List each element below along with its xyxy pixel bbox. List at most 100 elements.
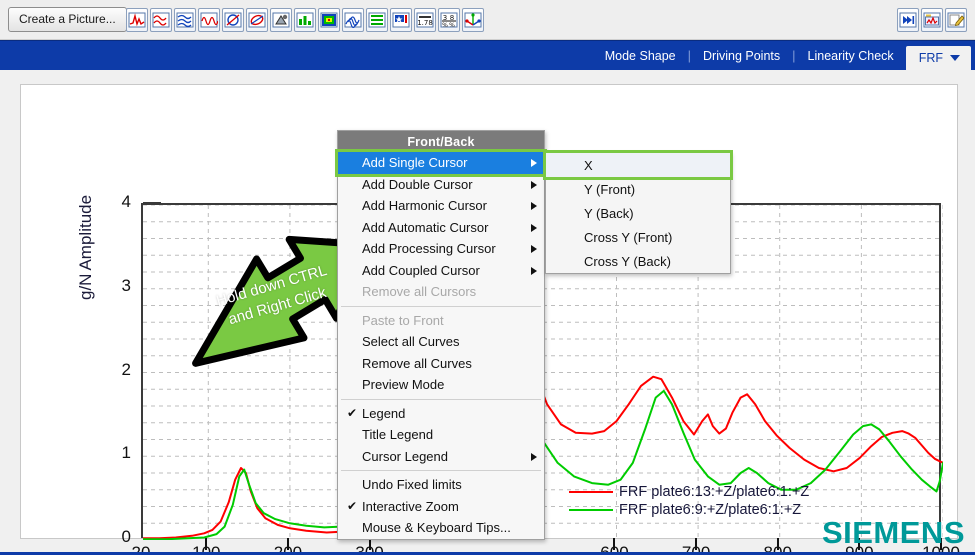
y-tick-label: 3	[121, 275, 131, 295]
menu-item-remove-all-cursors: Remove all Cursors	[338, 281, 544, 303]
submenu-item-label: Cross Y (Back)	[584, 253, 671, 269]
picture-add-icon[interactable]	[921, 8, 943, 32]
navigation-bar: Mode Shape | Driving Points | Linearity …	[0, 40, 975, 71]
menu-item-add-coupled-cursor[interactable]: Add Coupled Cursor	[338, 260, 544, 282]
menu-item-label: Add Processing Cursor	[362, 241, 496, 257]
svg-text:%: %	[449, 22, 455, 28]
submenu-arrow-icon	[531, 452, 537, 461]
svg-text:1.78: 1.78	[417, 19, 433, 27]
menu-item-paste-to-front: Paste to Front	[338, 310, 544, 332]
overlay-waveform-icon[interactable]	[150, 8, 172, 32]
submenu-item-cross-y-back[interactable]: Cross Y (Back)	[546, 249, 730, 273]
submenu-item-y-back[interactable]: Y (Back)	[546, 201, 730, 225]
menu-separator	[341, 470, 541, 471]
menu-item-label: Paste to Front	[362, 312, 444, 328]
nav-item-mode-shape[interactable]: Mode Shape	[593, 49, 688, 63]
submenu-arrow-icon	[531, 202, 537, 210]
create-a-picture-button[interactable]: Create a Picture...	[8, 7, 127, 32]
menu-item-label: Legend	[362, 405, 406, 421]
submenu-item-label: X	[584, 157, 593, 173]
toolbar-icon-group-right	[897, 8, 967, 32]
nav-item-driving-points[interactable]: Driving Points	[691, 49, 792, 63]
fast-forward-icon[interactable]	[897, 8, 919, 32]
toolbar: Create a Picture... 1.78 3 8%%	[0, 0, 975, 40]
list-table-icon[interactable]	[366, 8, 388, 32]
chevron-down-icon[interactable]	[950, 55, 960, 61]
legend-swatch-red	[569, 491, 613, 493]
menu-item-label: Add Single Cursor	[362, 155, 468, 171]
legend-label-1: FRF plate6:9:+Z/plate6:1:+Z	[619, 502, 802, 518]
submenu-item-label: Y (Back)	[584, 205, 634, 221]
menu-item-label: Mouse & Keyboard Tips...	[362, 520, 511, 536]
menu-item-add-harmonic-cursor[interactable]: Add Harmonic Cursor	[338, 195, 544, 217]
menu-item-add-automatic-cursor[interactable]: Add Automatic Cursor	[338, 217, 544, 239]
menu-item-preview-mode[interactable]: Preview Mode	[338, 374, 544, 396]
context-menu-items: Add Single Cursor Add Double Cursor Add Ha…	[335, 149, 547, 539]
menu-item-label: Interactive Zoom	[362, 498, 459, 514]
plot-legend[interactable]: FRF plate6:13:+Z/plate6:1:+Z FRF plate6:…	[569, 483, 809, 519]
geometry-mesh-icon[interactable]	[270, 8, 292, 32]
menu-separator	[341, 305, 541, 307]
nyquist-circle-icon[interactable]	[222, 8, 244, 32]
menu-item-label: Preview Mode	[362, 377, 445, 393]
submenu-arrow-icon	[531, 245, 537, 253]
context-menu-header: Front/Back	[338, 131, 544, 152]
menu-item-label: Add Automatic Cursor	[362, 219, 489, 235]
multi-waveform-icon[interactable]	[174, 8, 196, 32]
menu-item-label: Add Harmonic Cursor	[362, 198, 487, 214]
context-menu[interactable]: Front/Back Add Single Cursor Add Double C…	[335, 130, 547, 540]
fraction-icon[interactable]: 3 8%%	[438, 8, 460, 32]
orbit-plot-icon[interactable]	[246, 8, 268, 32]
tab-frf[interactable]: FRF	[905, 45, 971, 71]
toolbar-icon-group-left: 1.78 3 8%%	[126, 8, 484, 32]
submenu-item-cross-y-front[interactable]: Cross Y (Front)	[546, 225, 730, 249]
annotation-flag-icon[interactable]	[390, 8, 412, 32]
time-signal-icon[interactable]	[126, 8, 148, 32]
edit-pencil-icon[interactable]	[945, 8, 967, 32]
menu-separator	[341, 398, 541, 400]
menu-item-add-single-cursor[interactable]: Add Single Cursor	[335, 149, 547, 177]
menu-item-legend[interactable]: ✔ Legend	[338, 403, 544, 425]
check-icon: ✔	[347, 499, 358, 514]
nav-item-linearity-check[interactable]: Linearity Check	[796, 49, 906, 63]
menu-item-title-legend[interactable]: Title Legend	[338, 424, 544, 446]
menu-item-label: Add Double Cursor	[362, 176, 473, 192]
menu-item-mouse-keyboard-tips[interactable]: Mouse & Keyboard Tips...	[338, 517, 544, 539]
check-icon: ✔	[347, 406, 358, 421]
submenu-item-label: Y (Front)	[584, 181, 636, 197]
axis-tripod-icon[interactable]	[462, 8, 484, 32]
bar-chart-icon[interactable]	[294, 8, 316, 32]
menu-item-undo-fixed-limits[interactable]: Undo Fixed limits	[338, 474, 544, 496]
legend-label-0: FRF plate6:13:+Z/plate6:1:+Z	[619, 484, 810, 500]
menu-item-label: Add Coupled Cursor	[362, 262, 480, 278]
y-tick-label: 2	[121, 359, 131, 379]
menu-item-add-processing-cursor[interactable]: Add Processing Cursor	[338, 238, 544, 260]
y-tick-label: 1	[121, 443, 131, 463]
submenu-item-x[interactable]: X	[543, 150, 733, 180]
legend-entry-1: FRF plate6:9:+Z/plate6:1:+Z	[569, 501, 809, 519]
numeric-value-icon[interactable]: 1.78	[414, 8, 436, 32]
menu-item-cursor-legend[interactable]: Cursor Legend	[338, 446, 544, 468]
svg-text:%: %	[442, 22, 448, 28]
menu-item-select-all-curves[interactable]: Select all Curves	[338, 331, 544, 353]
menu-item-label: Cursor Legend	[362, 448, 448, 464]
menu-item-label: Remove all Cursors	[362, 284, 477, 300]
menu-item-remove-all-curves[interactable]: Remove all Curves	[338, 353, 544, 375]
submenu-item-label: Cross Y (Front)	[584, 229, 673, 245]
y-tick-label: 0	[121, 527, 131, 546]
menu-item-add-double-cursor[interactable]: Add Double Cursor	[338, 174, 544, 196]
menu-item-label: Undo Fixed limits	[362, 477, 462, 493]
legend-entry-0: FRF plate6:13:+Z/plate6:1:+Z	[569, 483, 809, 501]
menu-item-label: Select all Curves	[362, 334, 460, 350]
submenu-arrow-icon	[531, 223, 537, 232]
y-axis-unit: g/N	[76, 273, 95, 300]
tab-frf-label: FRF	[918, 51, 943, 65]
waterfall-icon[interactable]	[342, 8, 364, 32]
add-single-cursor-submenu[interactable]: X Y (Front) Y (Back) Cross Y (Front) Cross Y…	[543, 150, 733, 274]
menu-item-interactive-zoom[interactable]: ✔ Interactive Zoom	[338, 496, 544, 518]
submenu-item-y-front[interactable]: Y (Front)	[546, 177, 730, 201]
y-tick-label: 4	[121, 192, 131, 211]
submenu-items: X Y (Front) Y (Back) Cross Y (Front) Cross Y…	[543, 150, 733, 273]
modulated-wave-icon[interactable]	[198, 8, 220, 32]
colormap-icon[interactable]	[318, 8, 340, 32]
